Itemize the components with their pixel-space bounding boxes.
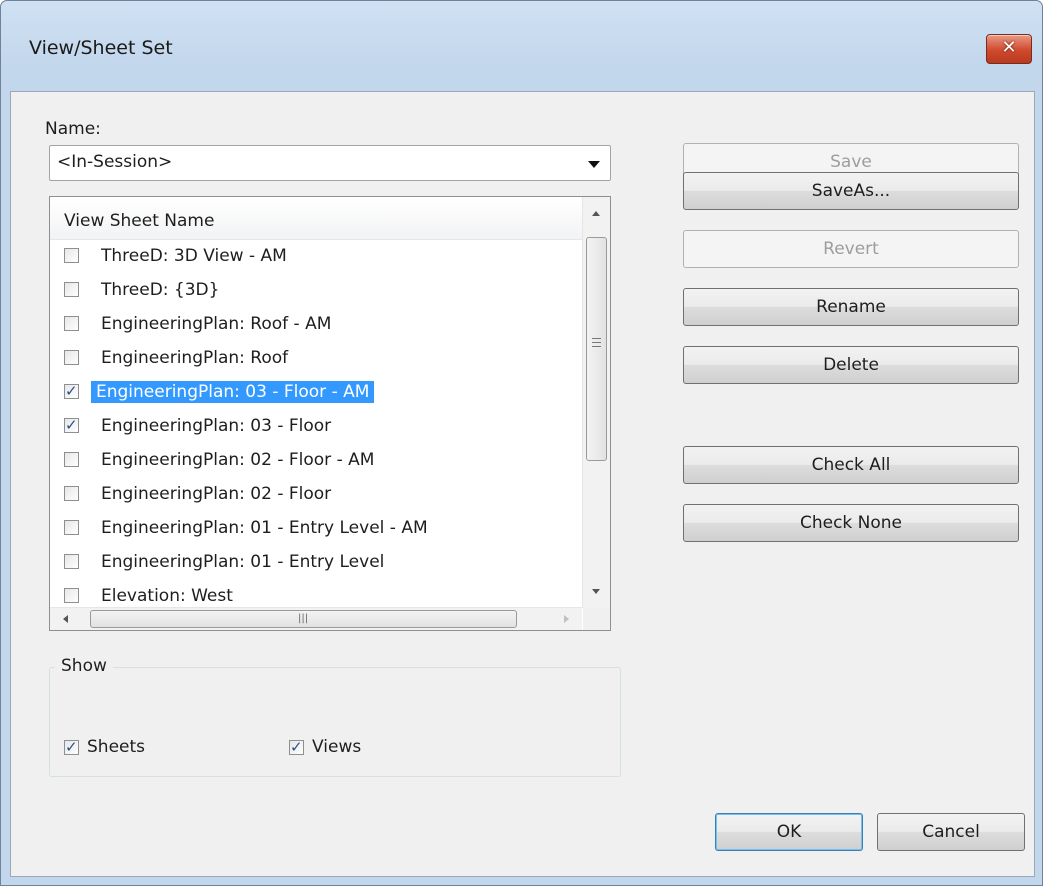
list-item[interactable]: ThreeD: {3D}: [50, 274, 582, 306]
dialog-title: View/Sheet Set: [29, 37, 173, 59]
cancel-button[interactable]: Cancel: [877, 813, 1025, 851]
revert-button[interactable]: Revert: [683, 230, 1019, 268]
view-sheet-list[interactable]: View Sheet Name ThreeD: 3D View - AM Thr…: [49, 196, 611, 631]
list-item-label: ThreeD: {3D}: [101, 280, 220, 300]
list-item[interactable]: Elevation: West: [50, 580, 582, 608]
list-item-checkbox[interactable]: [64, 316, 79, 331]
close-icon: ✕: [1001, 37, 1017, 58]
name-dropdown[interactable]: <In-Session>: [49, 145, 611, 181]
name-label: Name:: [45, 119, 101, 139]
list-item-checkbox[interactable]: [64, 282, 79, 297]
horizontal-scroll-thumb[interactable]: |||: [90, 610, 517, 628]
list-item-checkbox[interactable]: [64, 486, 79, 501]
grip-icon: |||: [298, 613, 309, 624]
list-item-label: EngineeringPlan: 03 - Floor - AM: [91, 381, 375, 403]
title-bar[interactable]: View/Sheet Set ✕: [1, 1, 1042, 91]
show-group-legend: Show: [55, 656, 113, 676]
name-dropdown-value: <In-Session>: [57, 152, 173, 172]
list-item-checkbox[interactable]: [64, 452, 79, 467]
views-checkbox-box[interactable]: [289, 738, 304, 756]
list-item-label: EngineeringPlan: 01 - Entry Level - AM: [101, 518, 428, 538]
ok-button[interactable]: OK: [715, 813, 863, 851]
list-item-checkbox[interactable]: [64, 382, 79, 400]
list-item[interactable]: EngineeringPlan: 02 - Floor - AM: [50, 444, 582, 476]
list-rows: ThreeD: 3D View - AM ThreeD: {3D} Engine…: [50, 240, 582, 608]
close-button[interactable]: ✕: [986, 34, 1032, 64]
views-label: Views: [312, 737, 362, 757]
list-item-checkbox[interactable]: [64, 520, 79, 535]
list-item-checkbox[interactable]: [64, 588, 79, 603]
grip-icon: [592, 346, 601, 347]
save-as-button[interactable]: SaveAs...: [683, 172, 1019, 210]
scroll-left-icon[interactable]: [63, 615, 68, 623]
list-item-label: EngineeringPlan: 01 - Entry Level: [101, 552, 385, 572]
check-all-button[interactable]: Check All: [683, 446, 1019, 484]
list-column-header-label: View Sheet Name: [64, 211, 215, 231]
scroll-corner: [583, 608, 610, 630]
list-item-label: EngineeringPlan: Roof: [101, 348, 289, 368]
check-none-button[interactable]: Check None: [683, 504, 1019, 542]
view-sheet-set-dialog: View/Sheet Set ✕ Name: <In-Session> View…: [0, 0, 1043, 886]
list-item[interactable]: EngineeringPlan: 01 - Entry Level: [50, 546, 582, 578]
list-item-label: EngineeringPlan: Roof - AM: [101, 314, 332, 334]
sheets-label: Sheets: [87, 737, 146, 757]
dialog-body: Name: <In-Session> View Sheet Name Three…: [10, 91, 1035, 877]
list-item-checkbox[interactable]: [64, 416, 79, 434]
list-column-header[interactable]: View Sheet Name: [50, 197, 582, 240]
list-item[interactable]: EngineeringPlan: Roof - AM: [50, 308, 582, 340]
list-item[interactable]: EngineeringPlan: 01 - Entry Level - AM: [50, 512, 582, 544]
grip-icon: [592, 338, 601, 339]
list-item-checkbox[interactable]: [64, 350, 79, 365]
list-item-label: EngineeringPlan: 02 - Floor - AM: [101, 450, 375, 470]
list-item-label: EngineeringPlan: 02 - Floor: [101, 484, 332, 504]
list-item-label: ThreeD: 3D View - AM: [101, 246, 287, 266]
list-item-label: EngineeringPlan: 03 - Floor: [101, 416, 332, 436]
vertical-scrollbar[interactable]: [582, 197, 610, 608]
scroll-right-icon[interactable]: [564, 615, 569, 623]
list-item[interactable]: EngineeringPlan: Roof: [50, 342, 582, 374]
scroll-up-icon[interactable]: [592, 211, 600, 216]
sheets-checkbox-box[interactable]: [64, 738, 79, 756]
scroll-down-icon[interactable]: [592, 589, 600, 594]
list-item[interactable]: EngineeringPlan: 02 - Floor: [50, 478, 582, 510]
list-item-checkbox[interactable]: [64, 554, 79, 569]
list-item[interactable]: ThreeD: 3D View - AM: [50, 240, 582, 272]
horizontal-scrollbar[interactable]: |||: [50, 607, 582, 630]
rename-button[interactable]: Rename: [683, 288, 1019, 326]
list-item-label: Elevation: West: [101, 586, 233, 606]
list-item[interactable]: EngineeringPlan: 03 - Floor: [50, 410, 582, 442]
grip-icon: [592, 342, 601, 343]
list-item-selected[interactable]: EngineeringPlan: 03 - Floor - AM: [50, 376, 582, 408]
chevron-down-icon[interactable]: [588, 161, 600, 168]
show-group: Sheets Views: [49, 667, 621, 777]
delete-button[interactable]: Delete: [683, 346, 1019, 384]
vertical-scroll-thumb[interactable]: [586, 237, 607, 461]
list-item-checkbox[interactable]: [64, 248, 79, 263]
